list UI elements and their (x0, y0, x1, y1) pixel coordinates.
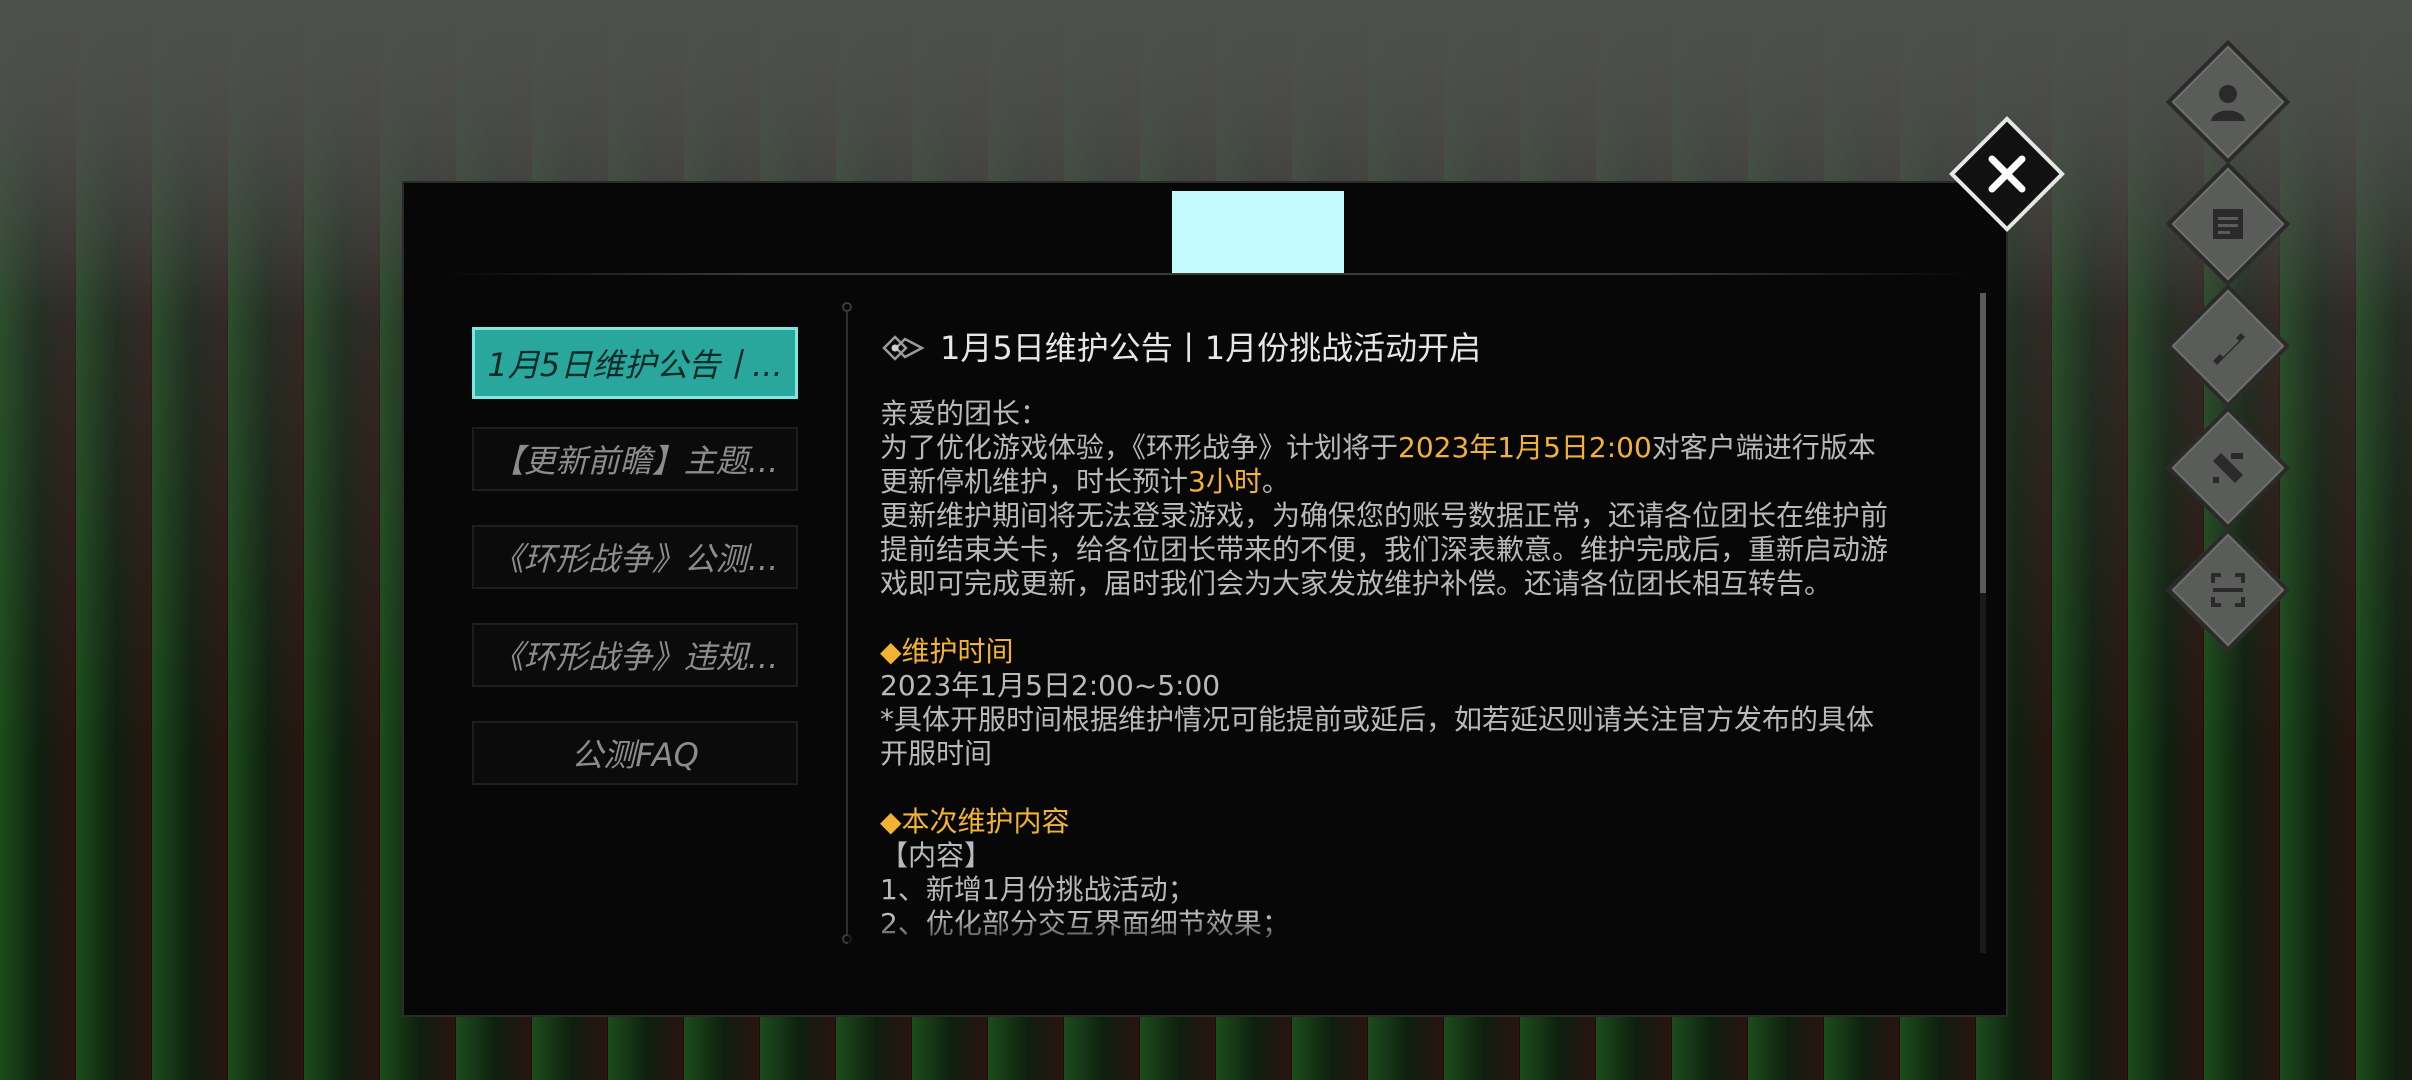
header-banner (1172, 191, 1344, 273)
article-title-row: 1月5日维护公告丨1月份挑战活动开启 (880, 323, 1890, 373)
tab-label: 《环形战争》公测... (491, 540, 779, 578)
content-subheading: 【内容】 (880, 839, 993, 872)
maintenance-time: 2023年1月5日2:00~5:00 (880, 669, 1221, 702)
tab-maintenance-notice[interactable]: 1月5日维护公告丨... (472, 327, 798, 399)
tab-public-test[interactable]: 《环形战争》公测... (472, 525, 798, 589)
tools-icon (2188, 428, 2268, 508)
article-content[interactable]: 1月5日维护公告丨1月份挑战活动开启 亲爱的团长： 为了优化游戏体验，《环形战争… (880, 323, 1890, 943)
article-greeting: 亲爱的团长： (880, 397, 1049, 430)
tab-label: 公测FAQ (571, 736, 699, 774)
tab-label: 【更新前瞻】主题... (491, 442, 779, 480)
article-title: 1月5日维护公告丨1月份挑战活动开启 (940, 329, 1482, 367)
section-maintenance-time-title: ◆维护时间 (880, 635, 1014, 668)
article-paragraph-2: 更新维护期间将无法登录游戏，为确保您的账号数据正常，还请各位团长在维护前提前结束… (880, 499, 1889, 600)
scrollbar-thumb[interactable] (1980, 293, 1986, 593)
section-maintenance-content-title: ◆本次维护内容 (880, 805, 1070, 838)
tab-update-preview[interactable]: 【更新前瞻】主题... (472, 427, 798, 491)
header-divider (444, 273, 1970, 275)
scan-icon (2188, 550, 2268, 630)
diamond-bullet-icon (882, 335, 925, 361)
maintenance-time-note: *具体开服时间根据维护情况可能提前或延后，如若延迟则请关注官方发布的具体开服时间 (880, 703, 1875, 770)
highlight-date: 2023年1月5日2:00 (1398, 431, 1652, 464)
announcement-panel: 1月5日维护公告丨... 【更新前瞻】主题... 《环形战争》公测... 《环形… (402, 181, 2008, 1017)
profile-icon (2188, 62, 2268, 142)
tab-label: 1月5日维护公告丨... (487, 346, 783, 384)
highlight-duration: 3小时 (1188, 465, 1262, 498)
content-fade (848, 918, 1978, 954)
tab-violations[interactable]: 《环形战争》违规... (472, 623, 798, 687)
text: 。 (1261, 465, 1290, 498)
close-icon (1970, 137, 2044, 211)
text: 为了优化游戏体验，《环形战争》计划将于 (880, 431, 1399, 464)
content-divider (842, 302, 852, 944)
article-paragraph-1: 为了优化游戏体验，《环形战争》计划将于2023年1月5日2:00对客户端进行版本… (880, 431, 1890, 499)
tab-faq[interactable]: 公测FAQ (472, 721, 798, 785)
tab-label: 《环形战争》违规... (491, 638, 779, 676)
banner-icon (2188, 306, 2268, 386)
content-item-1: 1、新增1月份挑战活动； (880, 873, 1196, 906)
notice-icon (2188, 184, 2268, 264)
